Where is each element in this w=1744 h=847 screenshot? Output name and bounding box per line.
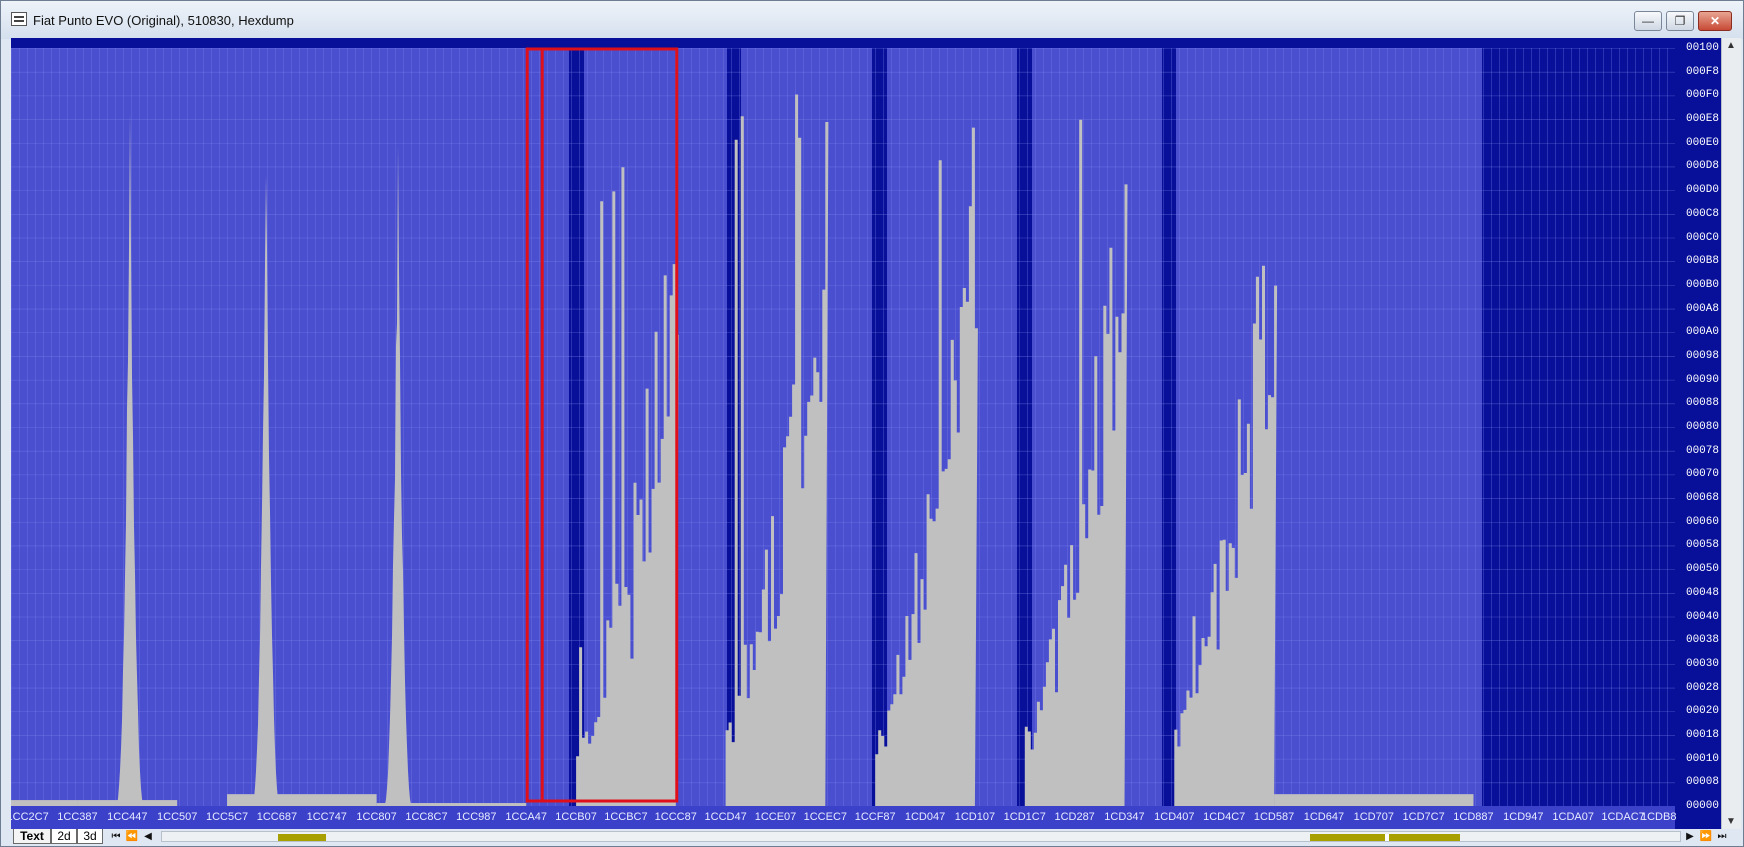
x-tick-label: 1CD1C7 bbox=[1003, 811, 1046, 823]
x-tick-label: 1CCB07 bbox=[555, 811, 597, 823]
y-tick-label: 00080 bbox=[1685, 421, 1719, 433]
nav-prev-icon[interactable]: ◀ bbox=[141, 829, 155, 844]
y-tick-label: 000F8 bbox=[1685, 65, 1719, 78]
y-tick-label: 00098 bbox=[1685, 349, 1719, 362]
vertical-scrollbar[interactable]: ▲ ▼ bbox=[1721, 38, 1741, 829]
title-bar: Fiat Punto EVO (Original), 510830, Hexdu… bbox=[1, 1, 1743, 39]
x-tick-label: 1CC447 bbox=[107, 811, 148, 823]
x-tick-label: 1CCBC7 bbox=[604, 811, 648, 823]
y-tick-label: 00058 bbox=[1685, 539, 1719, 552]
y-tick-label: 00048 bbox=[1685, 586, 1719, 599]
y-tick-label: 00038 bbox=[1685, 634, 1719, 647]
graph-view[interactable]: 00100 000F8 000F0 000E8 000E0 000D8 000D0 000C8… bbox=[11, 38, 1721, 829]
x-tick-label: 1CD887 bbox=[1453, 811, 1494, 823]
x-tick-label: 1CC8C7 bbox=[405, 811, 448, 823]
x-tick-label: 1CC687 bbox=[256, 811, 298, 823]
y-tick-label: 00008 bbox=[1685, 776, 1719, 789]
y-tick-label: 00088 bbox=[1685, 397, 1719, 410]
x-tick-label: 1CD287 bbox=[1054, 811, 1095, 823]
y-tick-label: 00018 bbox=[1685, 728, 1719, 741]
y-tick-label: 000C8 bbox=[1685, 207, 1719, 220]
y-tick-label: 00028 bbox=[1685, 681, 1719, 694]
x-tick-label: 1CD347 bbox=[1104, 811, 1145, 823]
y-tick-label: 00040 bbox=[1685, 610, 1719, 623]
x-tick-label: 1CC507 bbox=[157, 811, 198, 823]
y-tick-label: 000D8 bbox=[1685, 160, 1719, 173]
x-tick-label: 1CD407 bbox=[1154, 811, 1195, 823]
y-tick-label: 000E0 bbox=[1685, 136, 1719, 149]
baseline-segment bbox=[1274, 794, 1474, 806]
minimap-segment bbox=[278, 834, 326, 841]
x-tick-label: 1CCC87 bbox=[654, 811, 697, 823]
x-tick-label: 1CD047 bbox=[904, 811, 946, 823]
y-tick-label: 000B0 bbox=[1685, 278, 1719, 291]
nav-first-icon[interactable]: ⏮ bbox=[109, 829, 123, 844]
tab-3d[interactable]: 3d bbox=[77, 829, 103, 844]
x-tick-label: 1CDA07 bbox=[1552, 811, 1594, 823]
baseline-segment bbox=[227, 794, 377, 806]
x-tick-label: 1CD4C7 bbox=[1203, 811, 1246, 823]
y-tick-label: 00000 bbox=[1685, 800, 1719, 812]
x-tick-label: 1CDB8 bbox=[1641, 811, 1677, 823]
y-tick-label: 00030 bbox=[1685, 657, 1719, 670]
x-tick-label: 1CDAC7 bbox=[1601, 811, 1645, 823]
x-tick-label: 1CCA47 bbox=[505, 811, 547, 823]
y-tick-label: 000F0 bbox=[1685, 89, 1719, 102]
minimap-thumb bbox=[1385, 834, 1389, 841]
window-title: Fiat Punto EVO (Original), 510830, Hexdu… bbox=[33, 13, 294, 28]
minimize-button[interactable]: — bbox=[1634, 11, 1662, 31]
tab-2d[interactable]: 2d bbox=[51, 829, 77, 844]
y-tick-label: 000B8 bbox=[1685, 255, 1719, 268]
y-tick-label: 00020 bbox=[1685, 705, 1719, 718]
x-tick-label: 1CD587 bbox=[1253, 811, 1295, 823]
view-tab-bar: Text 2d 3d ⏮ ⏪ ◀ ▶ ⏩ ⏭ bbox=[11, 829, 1727, 845]
x-tick-label: 1CD947 bbox=[1503, 811, 1544, 823]
y-tick-label: 00078 bbox=[1685, 444, 1719, 457]
y-axis-labels: 00100 000F8 000F0 000E8 000E0 000D8 000D0 000C8… bbox=[1675, 38, 1721, 812]
x-tick-label: 1CC987 bbox=[456, 811, 497, 823]
nav-next-page-icon[interactable]: ⏩ bbox=[1699, 829, 1713, 844]
data-minimap bbox=[278, 834, 1460, 841]
nav-last-icon[interactable]: ⏭ bbox=[1715, 829, 1729, 844]
y-tick-label: 000A8 bbox=[1685, 302, 1719, 315]
y-tick-label: 00010 bbox=[1685, 752, 1719, 765]
scroll-down-icon[interactable]: ▼ bbox=[1726, 816, 1736, 827]
y-tick-label: 000C0 bbox=[1685, 231, 1719, 244]
nav-next-icon[interactable]: ▶ bbox=[1683, 829, 1697, 844]
x-tick-label: 1CCF87 bbox=[854, 811, 896, 823]
restore-button[interactable]: ❐ bbox=[1666, 11, 1694, 31]
hex-graph-plot[interactable] bbox=[11, 38, 1675, 806]
x-tick-label: 1CC807 bbox=[356, 811, 397, 823]
y-tick-label: 00050 bbox=[1685, 563, 1719, 576]
scroll-up-icon[interactable]: ▲ bbox=[1726, 40, 1736, 51]
nav-prev-page-icon[interactable]: ⏪ bbox=[125, 829, 139, 844]
x-tick-label: 1CCEC7 bbox=[803, 811, 848, 823]
y-tick-label: 00070 bbox=[1685, 468, 1719, 481]
horizontal-scrollbar[interactable] bbox=[161, 831, 1681, 842]
x-tick-label: 1CC747 bbox=[306, 811, 347, 823]
close-button[interactable]: ✕ bbox=[1698, 11, 1732, 31]
y-tick-label: 00100 bbox=[1685, 42, 1719, 54]
y-tick-label: 00060 bbox=[1685, 515, 1719, 528]
x-tick-label: 1CCD47 bbox=[704, 811, 747, 823]
x-tick-label: 1CC2C7 bbox=[11, 811, 49, 823]
y-tick-label: 00068 bbox=[1685, 492, 1719, 505]
x-tick-label: 1CD7C7 bbox=[1402, 811, 1445, 823]
x-tick-label: 1CD707 bbox=[1353, 811, 1394, 823]
y-tick-label: 000A0 bbox=[1685, 326, 1719, 339]
hexdump-window-icon bbox=[11, 12, 27, 26]
tab-text[interactable]: Text bbox=[13, 829, 51, 844]
x-tick-label: 1CD107 bbox=[954, 811, 996, 823]
app-window: Fiat Punto EVO (Original), 510830, Hexdu… bbox=[0, 0, 1744, 847]
x-tick-label: 1CCE07 bbox=[754, 811, 797, 823]
y-tick-label: 000E8 bbox=[1685, 113, 1719, 126]
x-tick-label: 1CC5C7 bbox=[205, 811, 249, 823]
y-tick-label: 00090 bbox=[1685, 373, 1719, 386]
x-tick-label: 1CC387 bbox=[57, 811, 98, 823]
x-axis-labels: 1CC2C7 1CC387 1CC447 1CC507 1CC5C7 1CC687 1CC7… bbox=[11, 806, 1677, 829]
highlight-band bbox=[11, 48, 569, 806]
x-tick-label: 1CD647 bbox=[1303, 811, 1345, 823]
y-tick-label: 000D0 bbox=[1685, 184, 1719, 197]
